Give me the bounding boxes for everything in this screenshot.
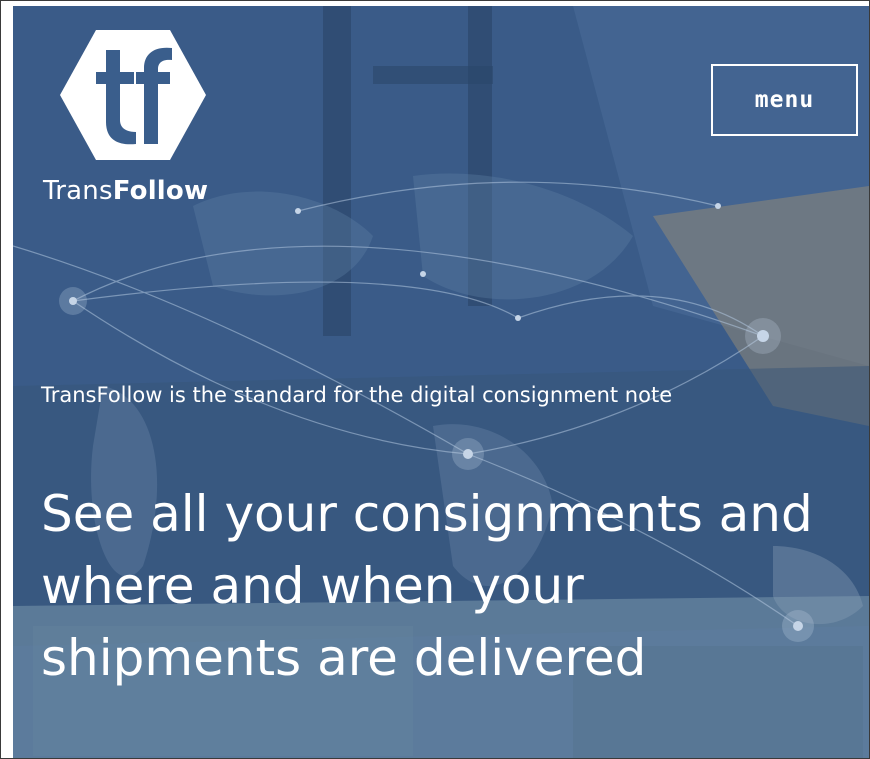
brand-name-regular: Trans <box>43 176 113 206</box>
hero-tagline: TransFollow is the standard for the digi… <box>41 383 673 407</box>
brand-name: TransFollow <box>43 176 208 206</box>
menu-button-label: menu <box>754 87 815 113</box>
brand-name-bold: Follow <box>112 176 209 206</box>
hero-headline: See all your consignments and where and … <box>41 485 813 687</box>
transfollow-logo-icon[interactable] <box>58 28 208 162</box>
page-frame: TransFollow menu TransFollow is the stan… <box>0 0 870 759</box>
menu-button[interactable]: menu <box>711 64 858 136</box>
hero-section: TransFollow menu TransFollow is the stan… <box>13 6 869 758</box>
